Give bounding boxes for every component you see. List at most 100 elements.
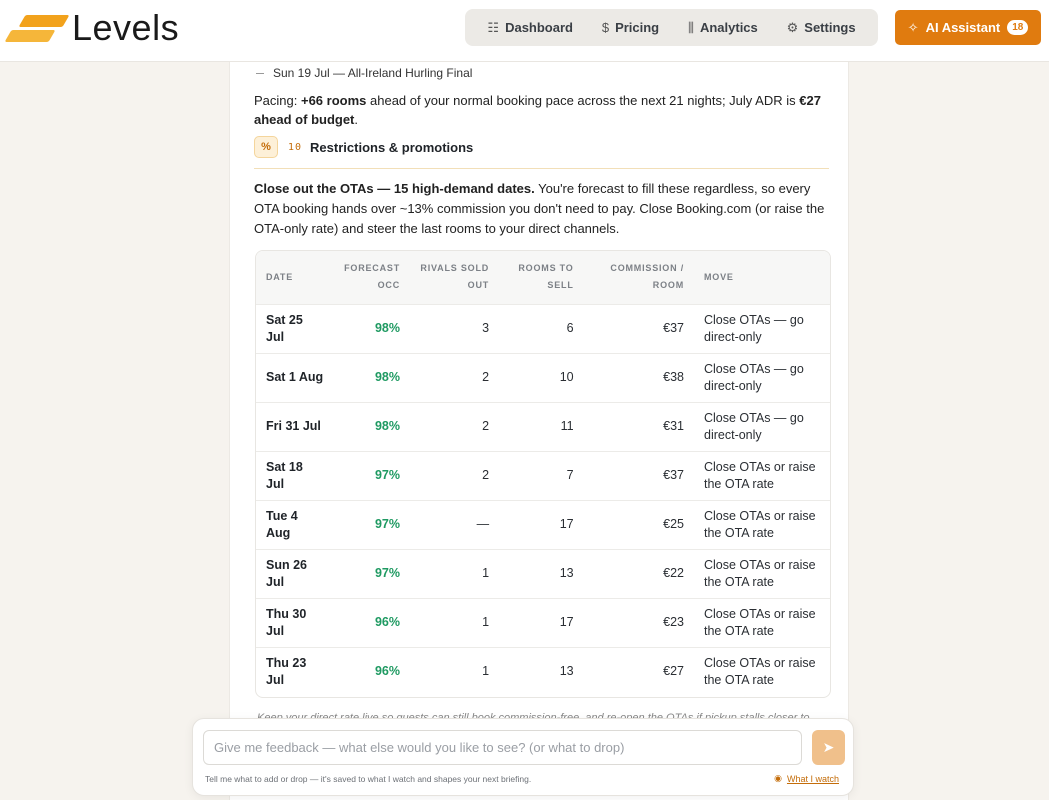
cell-move: Close OTAs — go direct-only xyxy=(704,312,804,344)
table-row: Sun 26 Jul 97% 1 13 €22 Close OTAs or raise t… xyxy=(256,549,830,598)
cell-rivals-sold-out: 1 xyxy=(482,664,490,679)
gear-icon: ⚙ xyxy=(786,19,799,35)
cell-date: Sat 18 Jul xyxy=(266,459,303,491)
cell-commission: €31 xyxy=(663,419,684,433)
nav-pricing-label: Pricing xyxy=(615,20,660,35)
cell-date: Thu 23 Jul xyxy=(266,655,307,687)
cell-forecast-occ: 96% xyxy=(374,615,400,629)
table-row: Thu 30 Jul 96% 1 17 €23 Close OTAs or raise t… xyxy=(256,598,830,647)
cell-rivals-sold-out: 1 xyxy=(482,615,490,629)
cell-rivals-sold-out: 3 xyxy=(482,321,490,335)
brand-name: Levels xyxy=(72,7,180,48)
table-row: Tue 4 Aug 97% — 17 €25 Close OTAs or raise th… xyxy=(256,500,830,549)
ota-dates-table: DATE FORECAST OCC RIVALS SOLD OUT ROOMS … xyxy=(255,250,831,698)
col-rooms-to-sell: ROOMS TO SELL xyxy=(518,263,574,291)
cell-rooms-to-sell: 13 xyxy=(559,664,574,679)
pacing-suffix: . xyxy=(354,112,359,127)
table-row: Sat 18 Jul 97% 2 7 €37 Close OTAs or raise th… xyxy=(256,451,830,500)
nav-dashboard[interactable]: ☷ Dashboard xyxy=(487,20,573,36)
feedback-hint: Tell me what to add or drop — it's saved… xyxy=(205,774,532,784)
nav-analytics-label: Analytics xyxy=(699,20,758,35)
main-nav: ☷ Dashboard $ Pricing ⫼ Analytics ⚙ Sett… xyxy=(465,9,878,46)
cell-forecast-occ: 98% xyxy=(374,419,400,433)
table-row: Sat 1 Aug 98% 2 10 €38 Close OTAs — go direct… xyxy=(256,353,830,402)
brand-logo[interactable]: Levels xyxy=(4,7,180,48)
cell-forecast-occ: 96% xyxy=(374,664,400,679)
pacing-middle: ahead of your normal booking pace across… xyxy=(366,93,800,108)
dash-icon xyxy=(256,72,264,74)
ai-assistant-button[interactable]: ✧ AI Assistant 18 xyxy=(895,10,1041,45)
cell-rooms-to-sell: 17 xyxy=(559,615,574,629)
send-button[interactable]: ➤ xyxy=(812,730,845,765)
cell-forecast-occ: 98% xyxy=(374,370,400,384)
section-header: % 10 Restrictions & promotions xyxy=(254,136,473,158)
cell-rooms-to-sell: 13 xyxy=(559,566,574,580)
cell-rooms-to-sell: 6 xyxy=(566,321,574,335)
cell-move: Close OTAs or raise the OTA rate xyxy=(704,459,816,491)
what-i-watch-link[interactable]: ◉ What I watch xyxy=(774,773,839,784)
section-divider xyxy=(254,168,829,169)
cell-rivals-sold-out: 2 xyxy=(482,370,490,384)
top-bar: Levels ☷ Dashboard $ Pricing ⫼ Analytics… xyxy=(0,0,1049,62)
cell-move: Close OTAs — go direct-only xyxy=(704,410,804,442)
cell-date: Fri 31 Jul xyxy=(266,419,321,433)
cell-rivals-sold-out: — xyxy=(476,517,490,531)
cell-rooms-to-sell: 17 xyxy=(559,517,574,531)
nav-settings-label: Settings xyxy=(804,20,856,35)
cell-date: Sat 1 Aug xyxy=(266,370,324,384)
cell-move: Close OTAs or raise the OTA rate xyxy=(704,606,816,638)
cell-commission: €22 xyxy=(663,566,684,580)
col-rivals-sold-out: RIVALS SOLD OUT xyxy=(420,263,490,291)
logo-mark-icon xyxy=(4,13,70,43)
briefing-card: Sun 19 Jul — All-Ireland Hurling Final P… xyxy=(229,62,849,800)
cell-move: Close OTAs or raise the OTA rate xyxy=(704,655,816,687)
percent-icon: % xyxy=(254,136,278,158)
grid-icon: ☷ xyxy=(487,19,500,35)
table-row: Fri 31 Jul 98% 2 11 €31 Close OTAs — go direc… xyxy=(256,402,830,451)
cell-commission: €38 xyxy=(663,370,684,384)
pacing-summary: Pacing: +66 rooms ahead of your normal b… xyxy=(254,91,829,129)
cell-move: Close OTAs or raise the OTA rate xyxy=(704,508,816,540)
cell-date: Sun 26 Jul xyxy=(266,557,307,589)
section-intro: Close out the OTAs — 15 high-demand date… xyxy=(254,179,830,239)
nav-analytics[interactable]: ⫼ Analytics xyxy=(688,20,758,36)
sparkle-icon: ✧ xyxy=(907,19,919,35)
cell-rooms-to-sell: 10 xyxy=(559,370,574,384)
feedback-input[interactable] xyxy=(203,730,802,765)
cell-commission: €37 xyxy=(663,321,684,335)
table-row: Thu 23 Jul 96% 1 13 €27 Close OTAs or raise t… xyxy=(256,647,830,696)
cell-rivals-sold-out: 2 xyxy=(482,468,490,482)
notification-badge: 18 xyxy=(1007,20,1029,35)
nav-settings[interactable]: ⚙ Settings xyxy=(787,20,856,36)
eye-icon: ◉ xyxy=(774,773,782,783)
ai-assistant-label: AI Assistant xyxy=(925,20,1001,35)
cell-date: Sat 25 Jul xyxy=(266,312,303,344)
cell-commission: €23 xyxy=(663,615,684,629)
col-move: MOVE xyxy=(704,271,734,282)
cell-forecast-occ: 98% xyxy=(374,321,400,335)
cell-commission: €25 xyxy=(663,517,684,531)
feedback-panel: ➤ Tell me what to add or drop — it's sav… xyxy=(192,718,854,796)
pacing-prefix: Pacing: xyxy=(254,93,301,108)
cell-rivals-sold-out: 2 xyxy=(482,419,490,433)
cell-commission: €37 xyxy=(663,468,684,482)
col-commission: COMMISSION / ROOM xyxy=(610,263,684,291)
event-text: Sun 19 Jul — All-Ireland Hurling Final xyxy=(273,66,473,80)
cell-commission: €27 xyxy=(663,664,684,679)
cell-forecast-occ: 97% xyxy=(374,517,400,531)
nav-dashboard-label: Dashboard xyxy=(505,20,573,35)
table-row: Sat 25 Jul 98% 3 6 €37 Close OTAs — go direct… xyxy=(256,304,830,353)
cell-rooms-to-sell: 11 xyxy=(560,419,574,433)
event-item: Sun 19 Jul — All-Ireland Hurling Final xyxy=(256,66,472,80)
cell-date: Tue 4 Aug xyxy=(266,508,298,540)
nav-pricing[interactable]: $ Pricing xyxy=(602,20,659,35)
cell-date: Thu 30 Jul xyxy=(266,606,307,638)
cell-rivals-sold-out: 1 xyxy=(482,566,490,580)
what-i-watch-label: What I watch xyxy=(786,773,839,784)
section-title: Restrictions & promotions xyxy=(310,139,474,155)
section-number: 10 xyxy=(288,141,303,153)
send-icon: ➤ xyxy=(822,739,835,755)
cell-move: Close OTAs — go direct-only xyxy=(704,361,804,393)
cell-forecast-occ: 97% xyxy=(374,566,400,580)
cell-forecast-occ: 97% xyxy=(374,468,400,482)
